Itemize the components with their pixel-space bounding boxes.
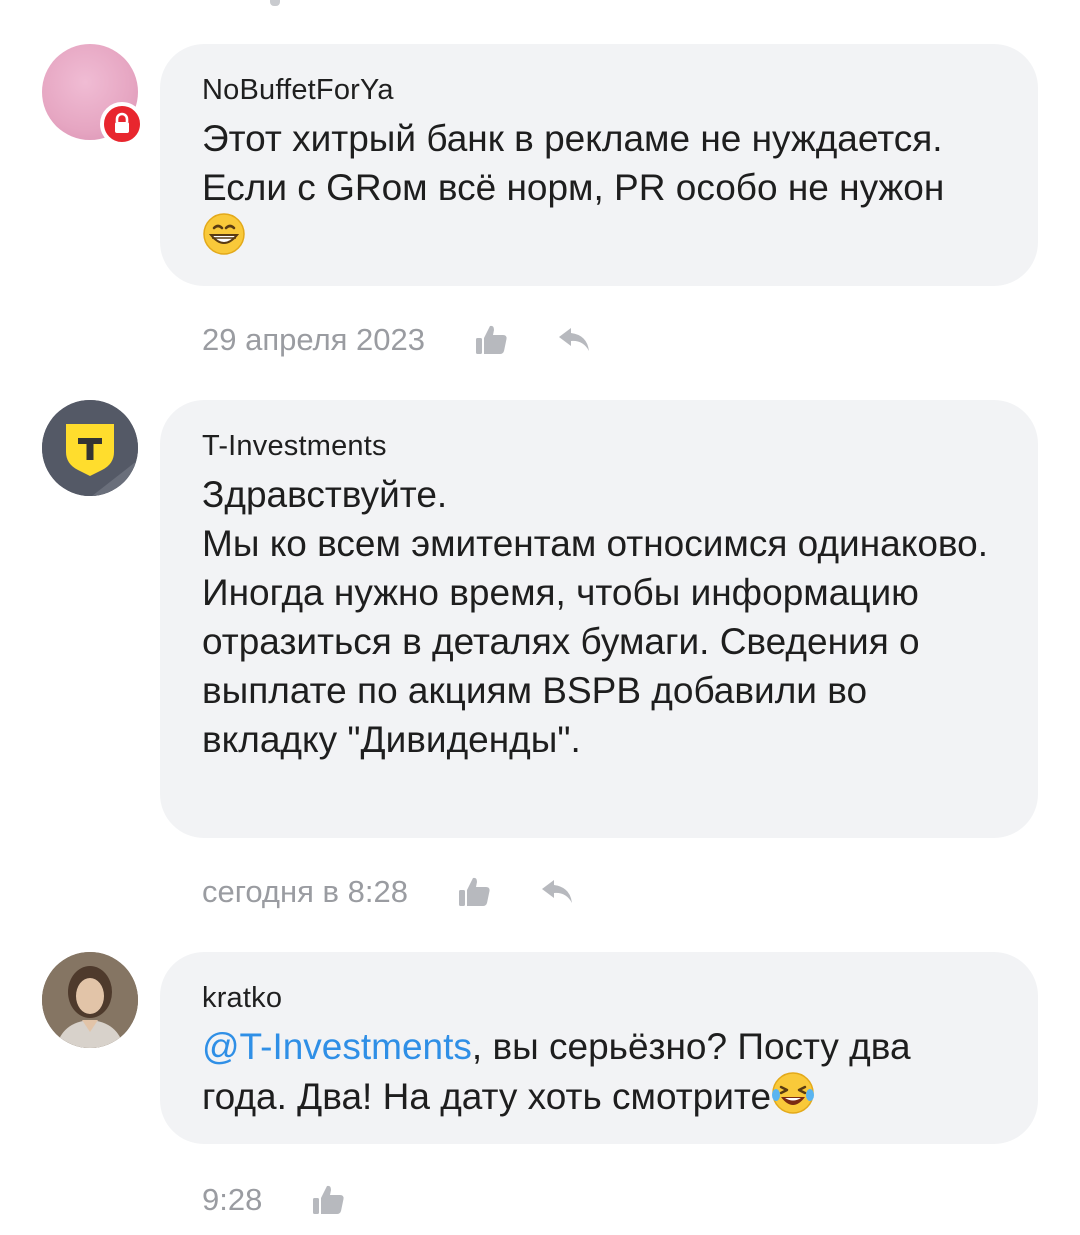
user-mention-link[interactable]: @T-Investments	[202, 1026, 472, 1067]
t-investments-logo	[42, 400, 138, 496]
reply-icon	[541, 880, 572, 903]
comment-date[interactable]: сегодня в 8:28	[202, 872, 408, 912]
like-icon	[313, 1185, 344, 1214]
comment-author[interactable]: NoBuffetForYa	[202, 72, 998, 108]
like-button[interactable]	[308, 1180, 348, 1220]
comment-meta: 29 апреля 2023	[202, 320, 595, 360]
reply-button[interactable]	[538, 872, 578, 912]
comment-author[interactable]: kratko	[202, 980, 998, 1016]
lock-badge	[100, 102, 144, 146]
comment-bubble: T-Investments Здравствуйте. Мы ко всем э…	[160, 400, 1038, 838]
comment-text: Этот хитрый банк в рекламе не нуждается.…	[202, 114, 998, 262]
like-button[interactable]	[471, 320, 511, 360]
comment-date[interactable]: 9:28	[202, 1180, 262, 1220]
laughing-tears-emoji	[772, 1072, 815, 1114]
like-button[interactable]	[454, 872, 494, 912]
reply-button[interactable]	[555, 320, 595, 360]
comment-text: @T-Investments, вы серьёзно? Посту два г…	[202, 1022, 998, 1121]
comment-text-body: Этот хитрый банк в рекламе не нуждается.…	[202, 118, 945, 208]
comment-bubble: NoBuffetForYa Этот хитрый банк в рекламе…	[160, 44, 1038, 286]
avatar[interactable]	[42, 400, 138, 496]
user-photo	[42, 952, 138, 1048]
lock-icon	[115, 112, 129, 133]
comment-date[interactable]: 29 апреля 2023	[202, 320, 425, 360]
like-icon	[458, 877, 490, 906]
comment-author[interactable]: T-Investments	[202, 428, 998, 464]
comment-bubble: kratko @T-Investments, вы серьёзно? Пост…	[160, 952, 1038, 1144]
previous-comment-remnant	[270, 0, 280, 6]
grinning-face-emoji	[203, 213, 245, 255]
comment-meta: 9:28	[202, 1180, 348, 1220]
avatar[interactable]	[42, 952, 138, 1048]
reply-icon	[559, 328, 590, 351]
comment-meta: сегодня в 8:28	[202, 872, 578, 912]
comment-text: Здравствуйте. Мы ко всем эмитентам относ…	[202, 474, 988, 760]
like-icon	[476, 325, 507, 354]
